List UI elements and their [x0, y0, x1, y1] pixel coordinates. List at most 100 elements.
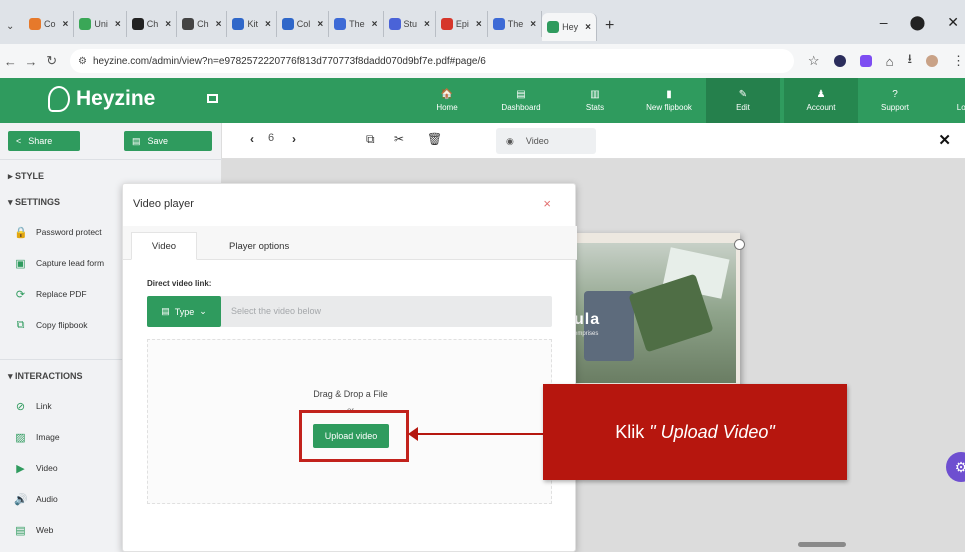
- type-dropdown-button[interactable]: ▤ Type ⌄: [147, 296, 221, 327]
- sidebar-item-audio[interactable]: 🔊 Audio: [14, 489, 58, 509]
- tab-player-options[interactable]: Player options: [229, 232, 289, 260]
- sidebar-item-capture-lead-form[interactable]: ▣ Capture lead form: [14, 253, 104, 273]
- minimize-icon[interactable]: –: [880, 14, 888, 31]
- support-icon: ?: [892, 89, 898, 100]
- heyzine-logo[interactable]: Heyzine: [48, 86, 155, 112]
- browser-tab[interactable]: The ×: [329, 11, 384, 37]
- tab-label: Epi: [455, 19, 469, 29]
- tab-close-icon[interactable]: ×: [424, 19, 430, 30]
- browser-tab[interactable]: Co ×: [24, 11, 75, 37]
- restore-icon[interactable]: ⬤: [910, 14, 926, 31]
- copy-flipbook-icon: ⧉: [16, 318, 25, 331]
- back-icon[interactable]: ←: [0, 54, 21, 69]
- tab-label: The: [349, 19, 365, 29]
- sidebar-item-link[interactable]: ⊘ Link: [14, 396, 52, 416]
- video-link-placeholder[interactable]: Select the video below: [231, 306, 321, 316]
- browser-tab[interactable]: Uni ×: [74, 11, 127, 37]
- sidebar-item-image[interactable]: ▨ Image: [14, 427, 59, 447]
- nav-new-flipbook[interactable]: ▮ New flipbook: [632, 78, 706, 123]
- tab-close-icon[interactable]: ×: [476, 19, 482, 30]
- tab-close-icon[interactable]: ×: [216, 19, 222, 30]
- drag-drop-text: Drag & Drop a File: [313, 389, 388, 399]
- settings-fab-icon[interactable]: ⚙: [946, 452, 965, 482]
- horizontal-scrollbar[interactable]: [798, 542, 846, 547]
- extension-icon[interactable]: [833, 55, 846, 67]
- video-element-chip[interactable]: ◉ Video: [496, 128, 596, 154]
- new-flipbook-icon: ▮: [666, 89, 672, 100]
- nav-logout[interactable]: ⏻Logout: [932, 78, 965, 123]
- replace-pdf-icon: ⟳: [15, 288, 26, 301]
- browser-tab[interactable]: Stu ×: [384, 11, 436, 37]
- browser-tab[interactable]: Epi ×: [436, 11, 488, 37]
- nav-label: Edit: [736, 103, 750, 112]
- nav-edit[interactable]: ✎ Edit: [706, 78, 780, 123]
- url-text: heyzine.com/admin/view?n=e97825722207​76…: [92, 55, 486, 67]
- upload-video-button[interactable]: Upload video: [313, 424, 389, 448]
- sidebar-item-label: Link: [36, 401, 52, 411]
- new-tab-button[interactable]: +: [605, 17, 614, 35]
- reload-icon[interactable]: ↻: [41, 53, 62, 69]
- tab-close-icon[interactable]: ×: [115, 19, 121, 30]
- tab-close-icon[interactable]: ×: [585, 22, 591, 33]
- sidebar-item-label: Audio: [36, 494, 58, 504]
- browser-tab[interactable]: Ch ×: [177, 11, 228, 37]
- close-editor-icon[interactable]: ✕: [938, 131, 951, 149]
- cut-icon[interactable]: ✂: [394, 132, 404, 146]
- page-number[interactable]: 6: [268, 132, 274, 144]
- next-page-icon[interactable]: ›: [292, 132, 296, 146]
- browser-tab[interactable]: Col ×: [277, 11, 330, 37]
- sidebar-item-copy-flipbook[interactable]: ⧉ Copy flipbook: [14, 315, 88, 335]
- bookmark-star-icon[interactable]: ☆: [808, 53, 820, 69]
- browser-menu-icon[interactable]: ⋮: [952, 53, 965, 69]
- sidebar-item-video[interactable]: ▶ Video: [14, 458, 57, 478]
- tab-close-icon[interactable]: ×: [317, 19, 323, 30]
- nav-account[interactable]: ♟ Account: [784, 78, 858, 123]
- interactions-section[interactable]: ▾ INTERACTIONS: [8, 371, 83, 382]
- extension-icon[interactable]: [859, 55, 872, 67]
- toggle-sidebar-icon[interactable]: [207, 94, 218, 103]
- tab-search-icon[interactable]: ⌄: [6, 21, 24, 32]
- nav-dashboard[interactable]: ▤ Dashboard: [484, 78, 558, 123]
- browser-tab[interactable]: The ×: [488, 11, 543, 37]
- video-icon: ▶: [16, 462, 25, 475]
- url-field[interactable]: ⚙ heyzine.com/admin/view?n=e97825722207​…: [70, 49, 794, 73]
- site-info-icon[interactable]: ⚙: [78, 56, 87, 67]
- tab-close-icon[interactable]: ×: [265, 19, 271, 30]
- heyzine-logo-icon: [48, 86, 70, 112]
- tab-video[interactable]: Video: [131, 232, 197, 260]
- browser-tab[interactable]: Hey ×: [542, 13, 597, 41]
- profile-avatar[interactable]: [926, 55, 938, 67]
- style-section[interactable]: ▸ STYLE: [8, 171, 44, 182]
- delete-icon[interactable]: 🗑: [427, 132, 442, 146]
- sidebar-item-replace-pdf[interactable]: ⟳ Replace PDF: [14, 284, 87, 304]
- dialog-close-icon[interactable]: ×: [543, 196, 551, 211]
- forward-icon[interactable]: →: [21, 54, 42, 69]
- tab-close-icon[interactable]: ×: [372, 19, 378, 30]
- download-icon[interactable]: ⭳: [907, 50, 912, 72]
- direct-link-label: Direct video link:: [147, 279, 212, 288]
- tab-close-icon[interactable]: ×: [63, 19, 69, 30]
- page-photo: ula emprises: [574, 243, 736, 383]
- share-button[interactable]: < Share: [8, 131, 80, 151]
- instruction-callout: Klik " Upload Video": [543, 384, 847, 480]
- dialog-tabs: Video Player options: [123, 226, 577, 260]
- sidebar-item-password-protect[interactable]: 🔒 Password protect: [14, 222, 102, 242]
- sidebar-item-web[interactable]: ▤ Web: [14, 520, 53, 540]
- browser-tab[interactable]: Ch ×: [127, 11, 178, 37]
- tab-close-icon[interactable]: ×: [165, 19, 171, 30]
- nav-home[interactable]: 🏠 Home: [410, 78, 484, 123]
- tab-favicon-icon: [440, 18, 453, 30]
- copy-icon[interactable]: ⧉: [366, 132, 375, 147]
- nav-support[interactable]: ? Support: [858, 78, 932, 123]
- prev-page-icon[interactable]: ‹: [250, 132, 254, 146]
- close-window-icon[interactable]: ✕: [947, 14, 959, 31]
- tab-close-icon[interactable]: ×: [530, 19, 536, 30]
- nav-stats[interactable]: ▥ Stats: [558, 78, 632, 123]
- browser-tab[interactable]: Kit ×: [227, 11, 277, 37]
- settings-section[interactable]: ▾ SETTINGS: [8, 197, 60, 208]
- rotate-handle[interactable]: [734, 239, 745, 250]
- save-button[interactable]: ▤ Save: [124, 131, 212, 151]
- puzzle-icon[interactable]: ⌂: [886, 54, 894, 69]
- tab-favicon-icon: [182, 18, 195, 30]
- flipbook-page[interactable]: ula emprises: [570, 233, 740, 403]
